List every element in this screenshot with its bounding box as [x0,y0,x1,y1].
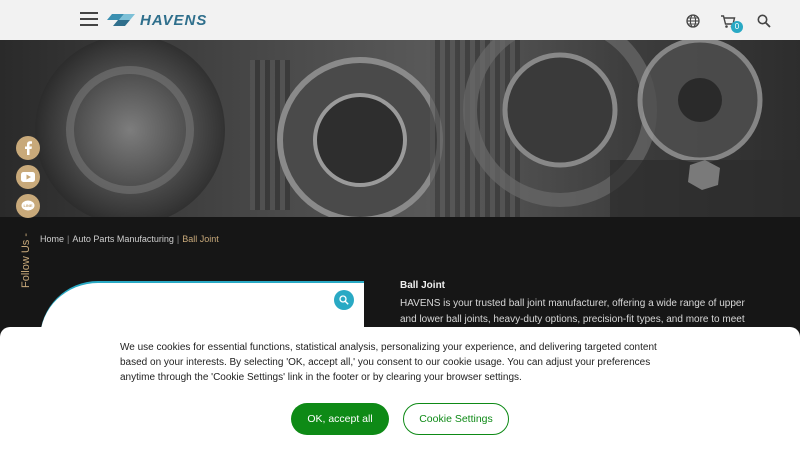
zoom-icon[interactable] [334,290,354,310]
facebook-icon[interactable] [16,136,40,160]
havens-logo[interactable]: HAVENS [106,10,207,30]
cookie-message: We use cookies for essential functions, … [120,342,657,383]
cookie-consent-banner: We use cookies for essential functions, … [0,327,800,450]
search-icon[interactable] [757,14,773,30]
site-header: HAVENS 0 [0,0,800,40]
product-title: Ball Joint [400,280,446,291]
breadcrumb-separator: | [176,234,180,244]
logo-text: HAVENS [140,11,208,29]
menu-icon[interactable] [80,12,98,26]
breadcrumb-category-link[interactable]: Auto Parts Manufacturing [72,234,174,244]
follow-us-label: Follow Us - [20,232,32,288]
globe-icon[interactable] [686,14,702,30]
breadcrumb-home-link[interactable]: Home [40,234,64,244]
youtube-icon[interactable] [16,165,40,189]
breadcrumb-separator: | [67,234,70,244]
cart-count-badge: 0 [731,21,743,33]
breadcrumb-current: Ball Joint [182,234,219,244]
accept-all-button[interactable]: OK, accept all [291,403,389,435]
breadcrumb: Home | Auto Parts Manufacturing | Ball Joint [40,234,219,244]
hero-banner-image [0,40,800,217]
cookie-settings-button[interactable]: Cookie Settings [403,403,509,435]
logo-mark-icon [107,14,135,26]
line-icon[interactable]: LINE [16,194,40,218]
svg-text:LINE: LINE [23,203,32,208]
